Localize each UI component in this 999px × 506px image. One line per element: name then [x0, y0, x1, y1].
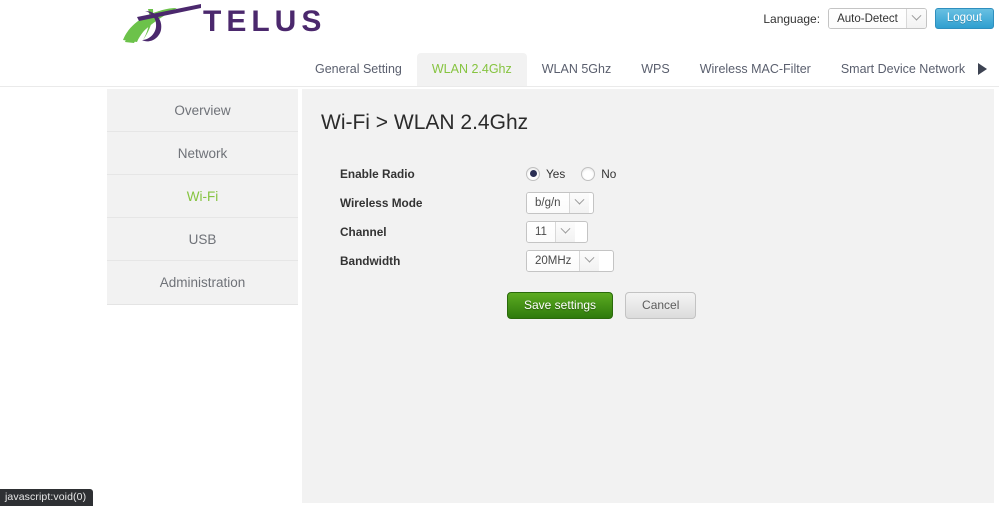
tab-wireless-mac-filter[interactable]: Wireless MAC-Filter: [685, 53, 826, 86]
tab-wps[interactable]: WPS: [626, 53, 684, 86]
sidebar-item-usb[interactable]: USB: [107, 218, 298, 261]
wireless-mode-select[interactable]: b/g/n: [526, 191, 594, 214]
cancel-button[interactable]: Cancel: [625, 292, 697, 319]
page-body: Overview Network Wi-Fi USB Administratio…: [0, 87, 999, 505]
language-label: Language:: [763, 11, 821, 26]
sidebar-item-administration[interactable]: Administration: [107, 261, 298, 304]
radio-enable-radio-yes-label: Yes: [546, 166, 566, 181]
form-row-channel: Channel 11: [340, 217, 994, 246]
browser-status-bar: javascript:void(0): [0, 489, 94, 506]
language-select-value: Auto-Detect: [829, 9, 906, 28]
chevron-down-icon: [554, 221, 575, 242]
sidebar-item-network[interactable]: Network: [107, 132, 298, 175]
channel-label: Channel: [340, 224, 387, 239]
page-header: TELUS Language: Auto-Detect Logout: [0, 0, 999, 50]
tab-smart-device-network[interactable]: Smart Device Network: [826, 53, 980, 86]
wireless-mode-value: b/g/n: [527, 192, 569, 213]
logout-button[interactable]: Logout: [934, 8, 994, 29]
chevron-down-icon: [568, 192, 589, 213]
tab-general-setting[interactable]: General Setting: [300, 53, 417, 86]
wireless-mode-label: Wireless Mode: [340, 195, 423, 210]
channel-value: 11: [527, 221, 555, 242]
tab-wlan-24ghz[interactable]: WLAN 2.4Ghz: [416, 53, 527, 86]
bandwidth-field: 20MHz: [526, 249, 614, 272]
chevron-down-icon: [905, 9, 926, 28]
brand-wordmark: TELUS: [203, 5, 327, 38]
tab-wlan-5ghz[interactable]: WLAN 5Ghz: [527, 53, 626, 86]
radio-enable-radio-yes[interactable]: [526, 166, 540, 181]
form-actions: Save settings Cancel: [340, 275, 994, 319]
form-row-enable-radio: Enable Radio Yes No: [340, 159, 994, 188]
channel-field: 11: [526, 220, 588, 243]
enable-radio-field: Yes No: [526, 166, 626, 181]
language-select[interactable]: Auto-Detect: [828, 8, 927, 29]
enable-radio-group: Yes No: [526, 166, 626, 181]
bandwidth-label: Bandwidth: [340, 253, 401, 268]
wlan-settings-form: Enable Radio Yes No Wireless Mode b/g/n: [302, 135, 994, 319]
save-settings-button[interactable]: Save settings: [507, 292, 614, 319]
chevron-down-icon: [579, 250, 600, 271]
tabs-next-arrow-icon[interactable]: [978, 63, 987, 75]
form-row-wireless-mode: Wireless Mode b/g/n: [340, 188, 994, 217]
tab-bar: General Setting WLAN 2.4Ghz WLAN 5Ghz WP…: [0, 50, 999, 87]
content-panel: Wi-Fi > WLAN 2.4Ghz Enable Radio Yes No …: [302, 89, 994, 503]
radio-enable-radio-no-label: No: [601, 166, 617, 181]
channel-select[interactable]: 11: [526, 220, 588, 243]
bandwidth-select[interactable]: 20MHz: [526, 249, 614, 272]
wireless-mode-field: b/g/n: [526, 191, 594, 214]
form-row-bandwidth: Bandwidth 20MHz: [340, 246, 994, 275]
language-area: Language: Auto-Detect Logout: [763, 8, 994, 29]
radio-enable-radio-no[interactable]: [581, 166, 596, 181]
sidebar: Overview Network Wi-Fi USB Administratio…: [107, 89, 298, 305]
sidebar-item-overview[interactable]: Overview: [107, 89, 298, 132]
bandwidth-value: 20MHz: [527, 250, 580, 271]
page-title: Wi-Fi > WLAN 2.4Ghz: [321, 111, 529, 134]
sidebar-item-wifi[interactable]: Wi-Fi: [107, 175, 298, 218]
enable-radio-label: Enable Radio: [340, 166, 415, 181]
